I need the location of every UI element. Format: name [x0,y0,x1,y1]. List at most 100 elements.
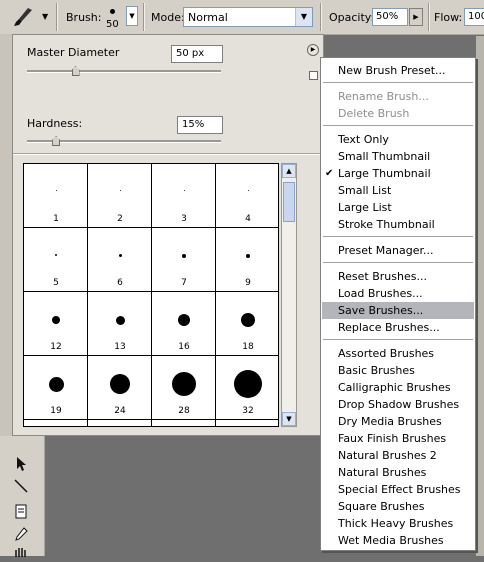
menu-item-square-brushes[interactable]: Square Brushes [322,498,474,515]
master-diameter-slider-thumb[interactable] [71,66,80,76]
menu-item-label: Large List [338,201,392,214]
menu-item-label: Preset Manager... [338,244,434,257]
brush-preset-cell[interactable]: 5 [24,228,88,292]
chevron-up-icon[interactable]: ▲ [282,164,296,178]
menu-item-preset-manager[interactable]: Preset Manager... [322,242,474,259]
menu-item-label: Save Brushes... [338,304,424,317]
tool-preset-chevron-icon[interactable]: ▼ [42,12,48,21]
menu-item-label: Thick Heavy Brushes [338,517,454,530]
brush-preset-cell[interactable] [88,420,152,426]
menu-item-label: Small Thumbnail [338,150,431,163]
brush-tip-icon [247,190,249,191]
menu-item-stroke-thumbnail[interactable]: Stroke Thumbnail [322,216,474,233]
master-diameter-slider[interactable] [27,70,221,73]
opacity-label: Opacity: [329,11,375,24]
brush-tip-icon [55,190,57,191]
menu-item-reset-brushes[interactable]: Reset Brushes... [322,268,474,285]
menu-item-save-brushes[interactable]: Save Brushes... [322,302,474,319]
brush-preset-cell[interactable]: 2 [88,164,152,228]
brush-preset-cell[interactable]: 19 [24,356,88,420]
brush-preset-cell[interactable]: 16 [152,292,216,356]
canvas-edge [476,36,484,556]
brush-preview[interactable]: 50 [102,3,124,31]
flow-input[interactable]: 100 [464,8,484,26]
menu-item-label: Stroke Thumbnail [338,218,435,231]
menu-item-replace-brushes[interactable]: Replace Brushes... [322,319,474,336]
preset-scrollbar[interactable]: ▲ ▼ [281,163,297,427]
menu-item-label: Natural Brushes 2 [338,449,437,462]
brush-preset-cell[interactable]: 9 [216,228,278,292]
menu-item-delete-brush: Delete Brush [322,105,474,122]
menu-item-label: Delete Brush [338,107,410,120]
menu-item-text-only[interactable]: Text Only [322,131,474,148]
menu-item-small-list[interactable]: Small List [322,182,474,199]
menu-item-wet-media-brushes[interactable]: Wet Media Brushes [322,532,474,549]
brush-preset-cell[interactable]: 3 [152,164,216,228]
menu-item-calligraphic-brushes[interactable]: Calligraphic Brushes [322,379,474,396]
menu-item-new-brush-preset[interactable]: New Brush Preset... [322,62,474,79]
menu-item-natural-brushes[interactable]: Natural Brushes [322,464,474,481]
brush-preset-cell[interactable] [216,420,278,426]
menu-item-assorted-brushes[interactable]: Assorted Brushes [322,345,474,362]
brush-preset-cell[interactable] [152,420,216,426]
hardness-slider-thumb[interactable] [52,136,61,146]
brush-picker-button[interactable]: ▼ [126,6,138,26]
chevron-down-icon[interactable]: ▼ [295,8,312,26]
brush-preset-cell[interactable]: 6 [88,228,152,292]
menu-item-load-brushes[interactable]: Load Brushes... [322,285,474,302]
brush-tip-icon [182,254,186,258]
hardness-label: Hardness: [27,117,83,130]
brush-preset-cell[interactable]: 28 [152,356,216,420]
hand-icon[interactable] [12,544,30,562]
eyedropper-icon[interactable] [12,526,30,544]
brush-preset-cell[interactable]: 1 [24,164,88,228]
brush-preset-size: 32 [242,406,254,416]
brush-preset-size: 5 [53,278,59,288]
menu-item-basic-brushes[interactable]: Basic Brushes [322,362,474,379]
separator [428,3,430,31]
notes-icon[interactable] [12,504,30,522]
opacity-input[interactable]: 50% [372,8,408,26]
mode-select[interactable]: Normal ▼ [183,7,313,27]
brush-preset-cell[interactable] [24,420,88,426]
brush-preset-cell[interactable]: 7 [152,228,216,292]
menu-item-thick-heavy-brushes[interactable]: Thick Heavy Brushes [322,515,474,532]
brush-tool-icon[interactable] [10,5,36,29]
brush-preset-cell[interactable]: 24 [88,356,152,420]
menu-item-large-thumbnail[interactable]: ✔ Large Thumbnail [322,165,474,182]
opacity-slider-arrow-icon[interactable]: ▶ [409,8,423,26]
panel-menu-icon[interactable]: ▶ [307,44,319,56]
path-selection-icon[interactable] [12,456,30,474]
brush-preset-cell[interactable]: 12 [24,292,88,356]
scrollbar-thumb[interactable] [283,182,295,222]
brush-tip-icon [234,370,262,398]
master-diameter-input[interactable]: 50 px [171,45,223,63]
brush-tip-icon [52,316,60,324]
menu-item-special-effect-brushes[interactable]: Special Effect Brushes [322,481,474,498]
save-preset-icon[interactable] [309,71,318,80]
menu-item-dry-media-brushes[interactable]: Dry Media Brushes [322,413,474,430]
brush-preset-cell[interactable]: 32 [216,356,278,420]
brush-preset-size: 24 [114,406,126,416]
brush-preset-size: 19 [50,406,62,416]
flow-label: Flow: [434,11,463,24]
brush-preset-size: 28 [178,406,190,416]
brush-panel-menu: New Brush Preset... Rename Brush... Delete… [320,57,476,551]
brush-tip-icon [178,314,190,326]
brush-tip-icon [110,9,115,14]
brush-tip-icon [48,376,64,392]
brush-preset-cell[interactable]: 4 [216,164,278,228]
menu-item-faux-finish-brushes[interactable]: Faux Finish Brushes [322,430,474,447]
brush-preset-size: 2 [117,214,123,224]
brush-preset-cell[interactable]: 13 [88,292,152,356]
menu-item-drop-shadow-brushes[interactable]: Drop Shadow Brushes [322,396,474,413]
line-tool-icon[interactable] [12,478,30,496]
brush-preset-cell[interactable]: 18 [216,292,278,356]
hardness-input[interactable]: 15% [177,116,223,134]
menu-item-natural-brushes-2[interactable]: Natural Brushes 2 [322,447,474,464]
check-icon: ✔ [325,168,334,179]
menu-item-small-thumbnail[interactable]: Small Thumbnail [322,148,474,165]
menu-item-label: Calligraphic Brushes [338,381,451,394]
menu-item-large-list[interactable]: Large List [322,199,474,216]
chevron-down-icon[interactable]: ▼ [282,412,296,426]
